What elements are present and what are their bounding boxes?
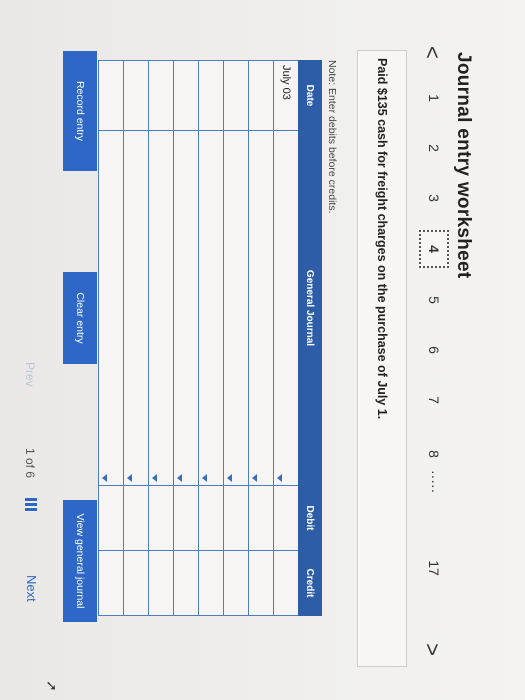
date-cell [198, 60, 224, 131]
credit-input[interactable] [223, 550, 249, 616]
debit-input[interactable] [198, 485, 224, 551]
debit-column-header: Debit [298, 485, 322, 551]
chevron-right-icon[interactable]: > [419, 643, 445, 656]
step-3[interactable]: 3 [426, 188, 442, 208]
table-row [123, 60, 149, 616]
debit-input[interactable] [148, 485, 174, 551]
page-indicator: 1 of 6 [23, 448, 37, 479]
debit-input[interactable] [273, 485, 299, 551]
debit-input[interactable] [248, 485, 274, 551]
transaction-prompt: Paid $135 cash for freight charges on th… [375, 58, 389, 420]
next-link[interactable]: Next [24, 575, 39, 602]
step-4-active[interactable]: 4 [419, 230, 449, 268]
account-dropdown[interactable] [248, 130, 274, 486]
date-cell [248, 60, 274, 131]
table-row: July 03 [273, 60, 299, 616]
credit-input[interactable] [273, 550, 299, 616]
credit-input[interactable] [173, 550, 199, 616]
view-general-journal-button[interactable]: View general journal [63, 500, 97, 622]
step-5[interactable]: 5 [426, 290, 442, 310]
transaction-prompt-box: Paid $135 cash for freight charges on th… [357, 50, 407, 667]
table-row [173, 60, 199, 616]
credit-input[interactable] [198, 550, 224, 616]
credit-input[interactable] [98, 550, 124, 616]
step-ellipsis: ····· [426, 470, 442, 494]
date-cell [173, 60, 199, 131]
credit-input[interactable] [123, 550, 149, 616]
debit-input[interactable] [98, 485, 124, 551]
date-cell [148, 60, 174, 131]
entry-note: Note: Enter debits before credits. [326, 60, 338, 214]
step-17[interactable]: 17 [426, 558, 442, 578]
step-navigation: < 1 2 3 4 5 6 7 8 ····· 17 > [415, 46, 449, 656]
debit-input[interactable] [223, 485, 249, 551]
record-entry-button[interactable]: Record entry [63, 51, 97, 171]
credit-column-header: Credit [298, 550, 322, 616]
account-dropdown[interactable] [198, 130, 224, 486]
step-6[interactable]: 6 [426, 340, 442, 360]
date-cell: July 03 [273, 60, 299, 131]
table-row [198, 60, 224, 616]
account-dropdown[interactable] [123, 130, 149, 486]
account-dropdown[interactable] [223, 130, 249, 486]
chevron-left-icon[interactable]: < [419, 46, 445, 59]
step-2[interactable]: 2 [426, 138, 442, 158]
step-7[interactable]: 7 [426, 390, 442, 410]
account-dropdown[interactable] [173, 130, 199, 486]
table-row [248, 60, 274, 616]
table-row [223, 60, 249, 616]
date-cell [223, 60, 249, 131]
date-cell [98, 60, 124, 131]
account-dropdown[interactable] [98, 130, 124, 486]
debit-input[interactable] [123, 485, 149, 551]
clear-entry-button[interactable]: Clear entry [63, 272, 97, 364]
step-1[interactable]: 1 [426, 88, 442, 108]
journal-entry-table: Date General Journal Debit Credit July 0… [98, 60, 322, 616]
rotated-viewport: Journal entry worksheet < 1 2 3 4 5 6 7 … [0, 0, 525, 700]
date-cell [123, 60, 149, 131]
worksheet-panel: Journal entry worksheet < 1 2 3 4 5 6 7 … [0, 0, 525, 700]
account-dropdown[interactable] [273, 130, 299, 486]
date-column-header: Date [298, 60, 322, 131]
prev-link[interactable]: Prev [23, 362, 37, 387]
step-8[interactable]: 8 [426, 444, 442, 464]
page-title: Journal entry worksheet [453, 52, 474, 279]
table-row [98, 60, 124, 616]
general-journal-column-header: General Journal [298, 130, 322, 486]
credit-input[interactable] [148, 550, 174, 616]
grid-icon[interactable] [25, 498, 37, 512]
account-dropdown[interactable] [148, 130, 174, 486]
table-row [148, 60, 174, 616]
table-header-row: Date General Journal Debit Credit [298, 60, 322, 616]
mouse-cursor-icon: ➚ [44, 680, 60, 692]
debit-input[interactable] [173, 485, 199, 551]
credit-input[interactable] [248, 550, 274, 616]
